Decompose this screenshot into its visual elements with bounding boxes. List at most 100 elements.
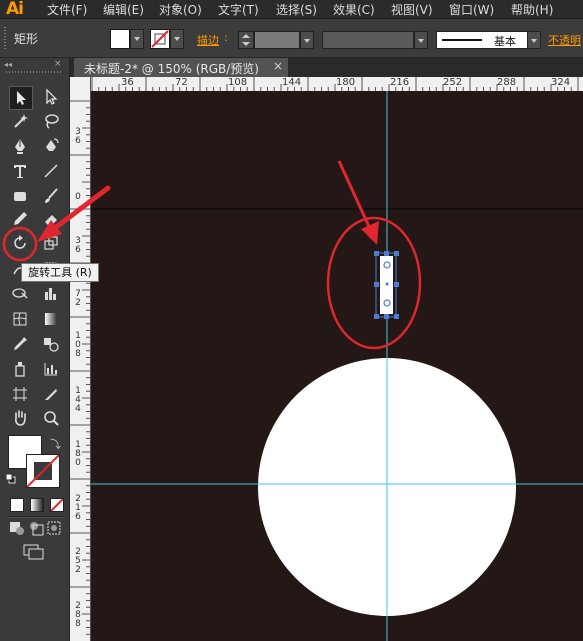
variable-width-profile[interactable] [322, 31, 414, 49]
menu-edit[interactable]: 编辑(E) [103, 1, 144, 18]
vertical-ruler[interactable]: 36 0 36 72 108 144 180 216 252 288 [70, 91, 91, 641]
screen-mode-button[interactable] [22, 543, 46, 561]
curvature-tool[interactable] [40, 135, 62, 157]
ruler-label: 252 [443, 77, 463, 88]
eyedropper-icon [14, 337, 27, 350]
mesh-icon [13, 312, 27, 326]
stroke-color-dropdown[interactable] [170, 29, 184, 49]
panel-close-icon[interactable]: × [54, 59, 62, 69]
screen-mode-icon [23, 544, 44, 560]
stroke-weight-stepper[interactable] [238, 31, 254, 49]
menu-type[interactable]: 文字(T) [218, 1, 259, 18]
no-stroke-slash-icon [27, 455, 59, 487]
ruler-label: 36 [75, 236, 81, 255]
brush-profile-label: 基本 [494, 35, 516, 48]
stroke-swatch[interactable] [26, 454, 60, 488]
slice-knife-icon [45, 389, 57, 400]
control-bar: 矩形 描边 : 基本 不透明 [0, 19, 583, 58]
none-mode-button[interactable] [50, 498, 64, 512]
swap-fill-stroke-icon[interactable]: ⤵ [50, 436, 62, 451]
stroke-color-swatch[interactable] [150, 29, 170, 49]
artboard-tool[interactable] [9, 383, 31, 405]
stroke-weight-input[interactable] [254, 31, 300, 49]
direct-selection-arrow-icon [46, 88, 58, 105]
menu-effect[interactable]: 效果(C) [333, 1, 375, 18]
ruler-label: 72 [75, 289, 81, 308]
symbol-sprayer-tool[interactable] [9, 358, 31, 380]
graph-tool[interactable] [40, 358, 62, 380]
shape-builder-tool[interactable] [9, 282, 31, 304]
ruler-origin[interactable] [70, 77, 91, 92]
variable-width-dropdown[interactable] [414, 31, 428, 49]
ruler-label: 108 [228, 77, 248, 88]
magic-wand-tool[interactable] [9, 110, 31, 132]
fill-color-dropdown[interactable] [130, 29, 144, 49]
zoom-tool[interactable] [40, 407, 62, 429]
eraser-tool[interactable] [40, 208, 62, 230]
ruler-label: 288 [75, 601, 81, 629]
panel-collapse-icon[interactable]: ◂◂ [4, 60, 12, 69]
draw-normal-button[interactable] [8, 520, 26, 536]
type-tool[interactable] [9, 160, 31, 182]
stroke-label[interactable]: 描边 [197, 32, 219, 48]
menu-file[interactable]: 文件(F) [47, 1, 87, 18]
menu-help[interactable]: 帮助(H) [511, 1, 553, 18]
scale-icon [44, 236, 58, 250]
horizontal-ruler[interactable]: 36 72 108 144 180 216 252 288 324 [91, 77, 583, 92]
draw-behind-button[interactable] [27, 520, 45, 536]
gradient-tool[interactable] [40, 308, 62, 330]
menu-window[interactable]: 窗口(W) [449, 1, 494, 18]
hand-icon [15, 410, 26, 426]
fill-color-swatch[interactable] [110, 29, 130, 49]
rotate-tool[interactable] [9, 232, 31, 254]
stroke-colon: : [224, 31, 228, 44]
artboard-canvas[interactable] [91, 91, 583, 641]
rectangle-tool[interactable] [9, 185, 31, 207]
hand-tool[interactable] [9, 407, 31, 429]
menu-view[interactable]: 视图(V) [391, 1, 433, 18]
paintbrush-icon [45, 188, 58, 203]
rotate-icon [14, 235, 26, 249]
gradient-mode-button[interactable] [30, 498, 44, 512]
document-tab[interactable]: 未标题-2* @ 150% (RGB/预览) × [74, 58, 288, 77]
slice-tool[interactable] [40, 383, 62, 405]
tools-panel-grip[interactable] [6, 71, 62, 73]
control-bar-grip[interactable] [4, 27, 6, 49]
selected-rectangle[interactable] [374, 251, 399, 319]
default-colors-icon[interactable] [5, 473, 16, 484]
selection-tool[interactable] [9, 86, 33, 110]
column-graph-tool[interactable] [40, 282, 62, 304]
stroke-weight-dropdown[interactable] [300, 31, 314, 49]
opacity-label[interactable]: 不透明 [548, 32, 581, 48]
rotate-tool-tooltip: 旋转工具 (R) [21, 263, 99, 282]
tools-divider [6, 516, 64, 518]
direct-selection-tool[interactable] [40, 86, 62, 108]
color-mode-button[interactable] [10, 498, 24, 512]
selection-arrow-icon [17, 91, 26, 105]
eyedropper-tool[interactable] [9, 333, 31, 355]
ruler-label: 216 [390, 77, 410, 88]
scale-tool[interactable] [40, 232, 62, 254]
brush-definition-field[interactable]: 基本 [436, 31, 528, 49]
ruler-label: 108 [75, 331, 81, 359]
paintbrush-tool[interactable] [40, 185, 62, 207]
type-t-icon [14, 165, 26, 178]
draw-inside-button[interactable] [46, 520, 64, 536]
line-segment-tool[interactable] [40, 160, 62, 182]
blend-icon [44, 338, 59, 352]
lasso-icon [45, 114, 59, 129]
ruler-label: 180 [336, 77, 356, 88]
brush-stroke-preview [442, 39, 482, 41]
lasso-tool[interactable] [40, 110, 62, 132]
close-tab-icon[interactable]: × [273, 59, 283, 73]
ruler-label: 0 [75, 192, 81, 202]
pen-tool[interactable] [9, 135, 31, 157]
pencil-tool[interactable] [9, 208, 31, 230]
menu-select[interactable]: 选择(S) [276, 1, 317, 18]
menu-bar: Ai 文件(F) 编辑(E) 对象(O) 文字(T) 选择(S) 效果(C) 视… [0, 0, 583, 19]
brush-definition-dropdown[interactable] [527, 31, 541, 49]
menu-object[interactable]: 对象(O) [159, 1, 202, 18]
magic-wand-icon [14, 114, 28, 128]
mesh-tool[interactable] [9, 308, 31, 330]
blend-tool[interactable] [40, 333, 62, 355]
